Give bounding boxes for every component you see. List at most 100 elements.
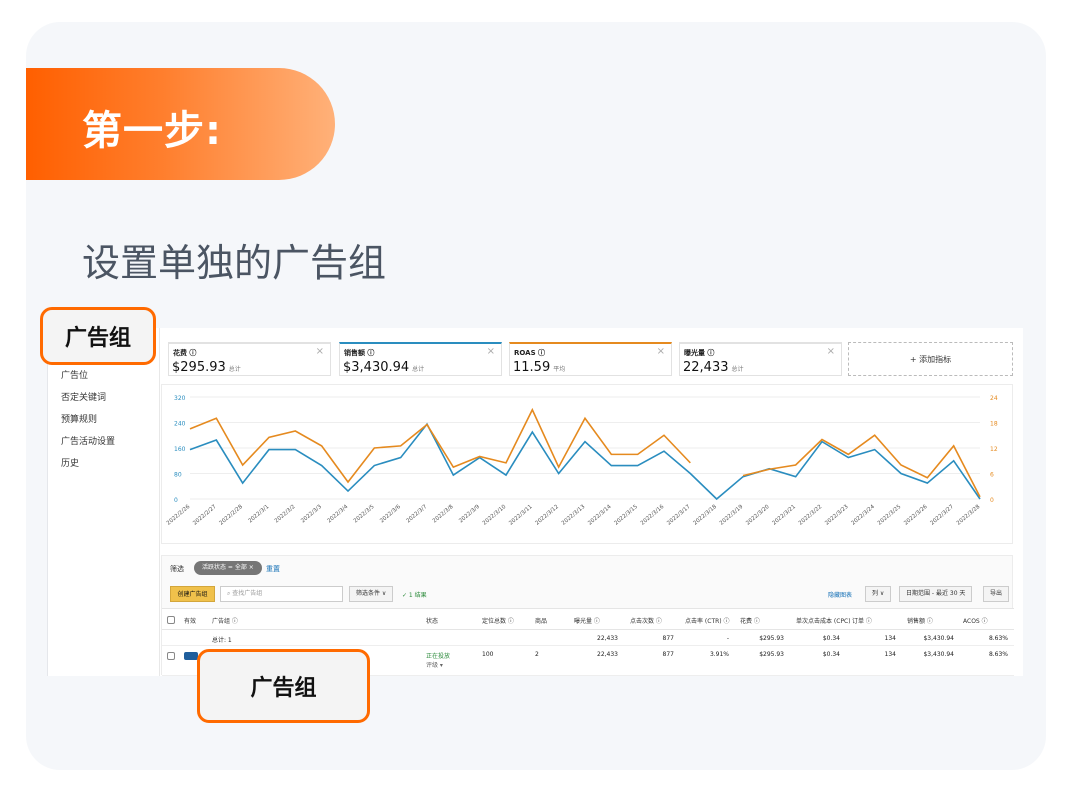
left-tick-label: 80 [174, 472, 182, 479]
col-sales[interactable]: 销售额 ⓘ [907, 616, 933, 625]
metric-label: 花费 ⓘ [173, 349, 197, 357]
total-clicks: 877 [662, 635, 674, 642]
x-tick-label: 2022/3/8 [432, 504, 455, 525]
x-tick-label: 2022/3/17 [666, 504, 692, 527]
add-metric-button[interactable]: + 添加指标 [848, 342, 1013, 376]
series-line-1 [742, 434, 981, 498]
x-tick-label: 2022/2/26 [166, 504, 192, 527]
search-adgroup-input[interactable]: ⌕ 查找广告组 [220, 586, 343, 602]
row-sales: $3,430.94 [923, 651, 954, 658]
x-tick-label: 2022/3/4 [327, 504, 350, 525]
sidenav-item-campaign-settings[interactable]: 广告活动设置 [61, 434, 115, 447]
highlight-adgroup-nav[interactable]: 广告组 [40, 307, 156, 365]
select-all-checkbox[interactable] [167, 616, 175, 624]
left-tick-label: 240 [174, 421, 186, 428]
right-tick-label: 18 [990, 421, 998, 428]
table-total-row: 总计: 1 22,433 877 - $295.93 $0.34 134 $3,… [162, 630, 1014, 646]
sidenav-item-history[interactable]: 历史 [61, 456, 79, 469]
col-spend[interactable]: 花费 ⓘ [740, 616, 760, 625]
sidenav-item-negative-keywords[interactable]: 否定关键词 [61, 390, 106, 403]
metric-value: 11.59 平均 [513, 360, 566, 375]
create-adgroup-button[interactable]: 创建广告组 [170, 586, 215, 602]
x-tick-label: 2022/3/12 [534, 504, 559, 527]
row-ctr: 3.91% [709, 651, 729, 658]
col-active[interactable]: 有效 [184, 616, 196, 625]
columns-button[interactable]: 列 ∨ [865, 586, 892, 602]
total-impressions: 22,433 [597, 635, 618, 642]
active-toggle[interactable] [184, 652, 198, 660]
close-icon[interactable]: × [827, 346, 835, 357]
right-tick-label: 12 [990, 446, 998, 453]
x-tick-label: 2022/3/11 [508, 504, 533, 527]
row-status: 正在投放 [426, 653, 451, 660]
right-tick-label: 24 [990, 395, 998, 402]
x-tick-label: 2022/3/6 [379, 504, 402, 525]
x-tick-label: 2022/3/20 [745, 504, 771, 527]
close-icon[interactable]: × [487, 346, 495, 357]
total-ctr: - [726, 635, 729, 642]
hide-chart-link[interactable]: 隐藏图表 [828, 590, 852, 599]
sidenav-item-budget-rules[interactable]: 预算规则 [61, 412, 97, 425]
x-tick-label: 2022/3/28 [956, 504, 982, 527]
date-range-button[interactable]: 日期范围 - 最近 30 天 [899, 586, 973, 602]
x-tick-label: 2022/3/5 [353, 504, 376, 525]
col-ctr[interactable]: 点击率 (CTR) ⓘ [685, 616, 730, 625]
col-acos[interactable]: ACOS ⓘ [963, 616, 988, 625]
reset-link[interactable]: 重置 [266, 564, 280, 574]
x-tick-label: 2022/3/14 [587, 504, 613, 527]
filter-conditions-button[interactable]: 筛选条件 ∨ [349, 586, 394, 602]
highlight-adgroup-column[interactable]: 广告组 [197, 649, 370, 723]
col-impressions[interactable]: 曝光量 ⓘ [574, 616, 600, 625]
x-tick-label: 2022/3/16 [640, 504, 666, 527]
x-tick-label: 2022/3/23 [824, 504, 850, 527]
total-cpc: $0.34 [822, 635, 840, 642]
col-targets[interactable]: 定位总数 ⓘ [482, 616, 514, 625]
x-tick-label: 2022/3/24 [850, 504, 876, 527]
row-orders: 134 [884, 651, 896, 658]
metric-label: 销售额 ⓘ [344, 349, 375, 357]
left-tick-label: 320 [174, 395, 186, 402]
metric-card-sales[interactable]: 销售额 ⓘ $3,430.94 总计 × [339, 342, 502, 376]
left-tick-label: 160 [174, 446, 186, 453]
col-status[interactable]: 状态 [426, 616, 438, 625]
row-cpc: $0.34 [822, 651, 840, 658]
filter-label: 筛选 [170, 565, 184, 573]
metric-value: $295.93 总计 [172, 360, 241, 375]
close-icon[interactable]: × [316, 346, 324, 357]
row-acos: 8.63% [988, 651, 1008, 658]
series-line-0 [189, 422, 981, 501]
row-checkbox[interactable] [167, 652, 175, 660]
row-status-sub[interactable]: 评级 ▾ [426, 660, 443, 669]
result-count: ✓ 1 结果 [402, 592, 427, 599]
col-products[interactable]: 商品 [535, 616, 547, 625]
x-tick-label: 2022/3/18 [692, 504, 718, 527]
export-button[interactable]: 导出 [983, 586, 1010, 602]
x-tick-label: 2022/3/13 [561, 504, 587, 527]
sidenav-item-placements[interactable]: 广告位 [61, 368, 88, 381]
x-tick-label: 2022/3/19 [719, 504, 745, 527]
x-tick-label: 2022/3/21 [771, 504, 796, 527]
total-label: 总计: 1 [212, 637, 232, 644]
metric-card-spend[interactable]: 花费 ⓘ $295.93 总计 × [168, 342, 331, 376]
row-impressions: 22,433 [597, 651, 618, 658]
x-tick-label: 2022/3/1 [248, 504, 271, 524]
total-spend: $295.93 [759, 635, 784, 642]
left-tick-label: 0 [174, 497, 178, 504]
col-adgroup[interactable]: 广告组 ⓘ [212, 616, 238, 625]
x-tick-label: 2022/3/10 [482, 504, 508, 527]
amazon-ads-screenshot: 广告位 否定关键词 预算规则 广告活动设置 历史 花费 ⓘ $295.93 总计 … [47, 328, 1023, 676]
col-orders[interactable]: 订单 ⓘ [852, 616, 872, 625]
metric-value: 22,433 总计 [683, 360, 744, 375]
col-cpc[interactable]: 单次点击成本 (CPC) ⓘ [796, 616, 850, 625]
metric-label: ROAS ⓘ [514, 349, 546, 357]
x-tick-label: 2022/3/27 [929, 504, 955, 527]
row-targets[interactable]: 100 [482, 651, 493, 658]
metric-card-impressions[interactable]: 曝光量 ⓘ 22,433 总计 × [679, 342, 842, 376]
x-tick-label: 2022/3/7 [406, 504, 429, 525]
metric-card-roas[interactable]: ROAS ⓘ 11.59 平均 × [509, 342, 672, 376]
filter-chip[interactable]: 活跃状态 = 全部 × [194, 561, 262, 575]
metric-value: $3,430.94 总计 [343, 360, 425, 375]
close-icon[interactable]: × [657, 346, 665, 357]
col-clicks[interactable]: 点击次数 ⓘ [630, 616, 662, 625]
row-products[interactable]: 2 [535, 651, 539, 658]
